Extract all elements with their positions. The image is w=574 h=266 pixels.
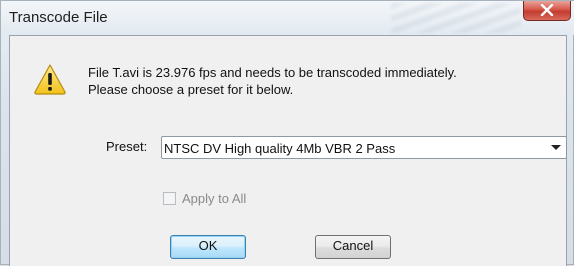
- background-window-ghost: [391, 3, 521, 33]
- message-text: File T.avi is 23.976 fps and needs to be…: [88, 64, 457, 98]
- window-title: Transcode File: [9, 9, 108, 26]
- message-line-1: File T.avi is 23.976 fps and needs to be…: [88, 65, 457, 80]
- dialog-client-area: File T.avi is 23.976 fps and needs to be…: [9, 35, 567, 266]
- apply-to-all-label[interactable]: Apply to All: [182, 191, 246, 206]
- title-bar[interactable]: Transcode File: [1, 1, 574, 35]
- close-button[interactable]: [523, 1, 571, 21]
- cancel-button[interactable]: Cancel: [315, 235, 391, 259]
- preset-dropdown[interactable]: NTSC DV High quality 4Mb VBR 2 Pass: [161, 136, 567, 159]
- close-icon: [540, 3, 554, 17]
- preset-selected-value: NTSC DV High quality 4Mb VBR 2 Pass: [164, 141, 396, 156]
- chevron-down-icon[interactable]: [551, 145, 561, 150]
- message-line-2: Please choose a preset for it below.: [88, 82, 294, 97]
- dialog-window: Transcode File File T.avi is 23.976 fps …: [0, 0, 574, 266]
- ok-button[interactable]: OK: [170, 235, 246, 259]
- apply-to-all-checkbox[interactable]: [163, 192, 176, 205]
- preset-label: Preset:: [106, 139, 148, 154]
- warning-icon: [34, 64, 66, 95]
